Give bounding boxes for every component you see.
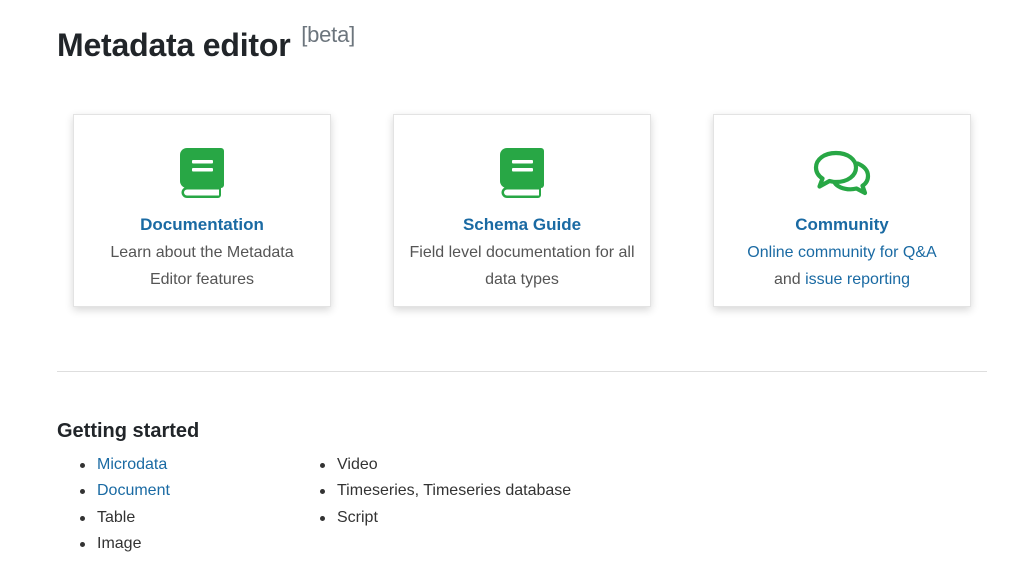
timeseries-label: Timeseries, Timeseries database: [337, 482, 572, 500]
schema-guide-card[interactable]: Schema Guide Field level documentation f…: [393, 114, 651, 307]
issue-reporting-link[interactable]: issue reporting: [805, 271, 910, 288]
list-item-script: Script: [320, 505, 571, 531]
book-icon: [492, 145, 552, 201]
video-label: Video: [337, 456, 378, 473]
online-community-link[interactable]: Online community for Q&A: [747, 244, 936, 261]
list-item-table: Table: [80, 505, 170, 531]
microdata-link[interactable]: Microdata: [97, 456, 167, 473]
table-label: Table: [97, 508, 136, 526]
page-title: Metadata editor [beta]: [57, 22, 355, 64]
page: Metadata editor [beta] Documentation Lea…: [0, 0, 1032, 569]
schema-guide-card-description: Field level documentation for all data t…: [409, 244, 635, 288]
book-icon: [172, 145, 232, 201]
list-item-microdata[interactable]: Microdata: [80, 452, 170, 478]
community-card[interactable]: Community Online community for Q&A and is…: [713, 114, 971, 307]
community-desc-text: and: [773, 271, 806, 288]
documentation-card-description: Learn about the Metadata Editor features: [110, 244, 294, 288]
getting-started-title: Getting started: [57, 420, 200, 442]
image-label: Image: [97, 534, 142, 552]
schema-guide-card-title[interactable]: Schema Guide: [394, 215, 650, 235]
chat-bubbles-icon: [812, 145, 872, 201]
getting-started-list-column-1: Microdata Document Table Image: [80, 452, 170, 557]
community-card-title[interactable]: Community: [714, 215, 970, 235]
list-item-timeseries: Timeseries, Timeseries database: [320, 478, 571, 504]
list-item-video: Video: [320, 452, 571, 478]
list-item-image: Image: [80, 531, 170, 557]
page-title-text: Metadata editor: [57, 27, 291, 63]
getting-started-list-column-2: Video Timeseries, Timeseries database Sc…: [320, 452, 571, 531]
document-link[interactable]: Document: [97, 482, 170, 499]
community-card-description: Online community for Q&A and issue report…: [728, 239, 956, 293]
documentation-card-title[interactable]: Documentation: [74, 215, 330, 235]
beta-tag: [beta]: [301, 22, 356, 47]
section-divider: [57, 371, 987, 372]
documentation-card[interactable]: Documentation Learn about the Metadata E…: [73, 114, 331, 307]
script-label: Script: [337, 508, 378, 526]
list-item-document[interactable]: Document: [80, 478, 170, 504]
